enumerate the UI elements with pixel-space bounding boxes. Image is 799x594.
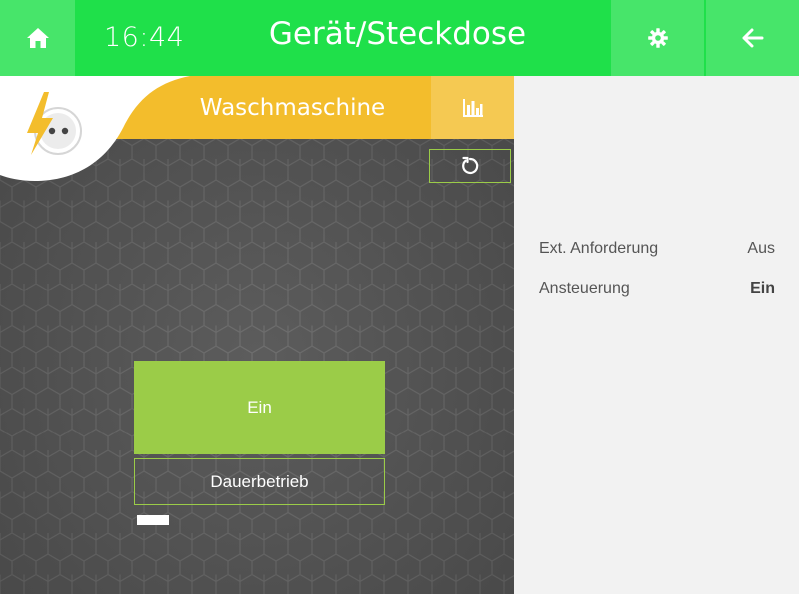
status-indicator <box>137 515 169 525</box>
reset-button[interactable] <box>429 149 511 183</box>
bar-chart-icon <box>462 98 483 117</box>
settings-button[interactable] <box>611 0 704 76</box>
home-button[interactable] <box>0 0 75 76</box>
home-icon <box>26 28 49 48</box>
gear-icon <box>647 28 668 48</box>
clock: 16:44 <box>104 22 185 53</box>
page-title: Gerät/Steckdose <box>268 16 527 52</box>
device-panel: Waschmaschine Ein Dauerbetrieb <box>0 76 514 594</box>
status-value: Aus <box>747 240 775 257</box>
top-bar: 16:44 Gerät/Steckdose <box>0 0 799 76</box>
status-label: Ext. Anforderung <box>539 240 659 257</box>
status-label: Ansteuerung <box>539 280 630 297</box>
on-button[interactable]: Ein <box>134 361 385 454</box>
refresh-icon <box>462 156 479 175</box>
status-value: Ein <box>750 280 775 297</box>
back-button[interactable] <box>706 0 799 76</box>
chart-button[interactable] <box>431 76 514 139</box>
device-name: Waschmaschine <box>199 95 386 121</box>
device-logo-badge <box>0 76 190 181</box>
continuous-mode-button[interactable]: Dauerbetrieb <box>134 458 385 505</box>
arrow-left-icon <box>742 28 763 48</box>
